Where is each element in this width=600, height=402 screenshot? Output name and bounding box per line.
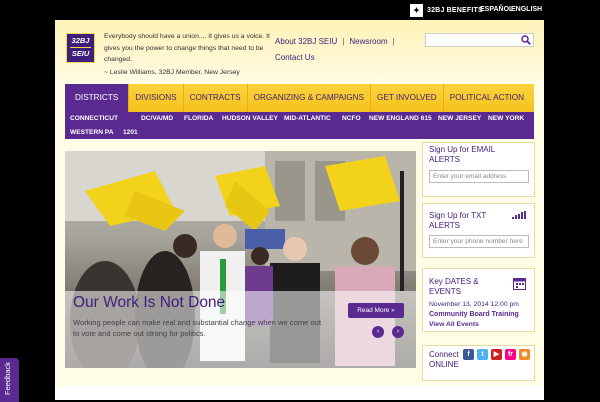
benefits-link[interactable]: ✦ 32BJ BENEFITS [410,2,483,18]
slider-next-button[interactable]: › [392,326,404,338]
hero-text: Working people can make real and substan… [73,318,322,338]
main-nav: DISTRICTS DIVISIONS CONTRACTS ORGANIZING… [65,84,534,112]
email-field[interactable] [429,170,529,183]
site-logo[interactable]: 32BJ SEIU [66,33,95,63]
event-title-link[interactable]: Community Board Training [429,311,519,318]
subnav-new-york[interactable]: NEW YORK [488,115,524,122]
connect-title-2: ONLINE [429,360,459,369]
districts-subnav: CONNECTICUT DC/VA/MD FLORIDA HUDSON VALL… [65,112,534,139]
email-alerts-title-2: ALERTS [429,155,460,164]
search-icon[interactable] [521,35,531,45]
email-alerts-widget: Sign Up for EMAIL ALERTS [422,142,535,197]
read-more-button[interactable]: Read More » [348,303,404,318]
facebook-icon[interactable]: f [463,349,474,360]
logo-line-1: 32BJ [71,36,90,45]
subnav-mid-atlantic[interactable]: MID-ATLANTIC [284,115,331,122]
nav-get-involved[interactable]: GET INVOLVED [371,84,444,112]
events-title-2: EVENTS [429,287,462,296]
rss-icon[interactable]: ◉ [519,349,530,360]
contact-link[interactable]: Contact Us [275,53,315,62]
benefits-label: 32BJ BENEFITS [427,6,483,14]
content-strip [55,386,544,400]
top-bar: ✦ 32BJ BENEFITS ESPAÑOL ENGLISH [0,0,600,20]
about-link[interactable]: About 32BJ SEIU [275,37,337,46]
flickr-icon[interactable]: fr [505,349,516,360]
subnav-dc-va-md[interactable]: DC/VA/MD [141,115,173,122]
lang-espanol-link[interactable]: ESPAÑOL [480,6,513,13]
email-alerts-title-1: Sign Up for EMAIL [429,145,496,154]
twitter-icon[interactable]: t [477,349,488,360]
connect-widget: Connect ONLINE f t ▶ fr ◉ [422,345,535,381]
nav-political-action[interactable]: POLITICAL ACTION [444,84,530,112]
subnav-1201[interactable]: 1201 [123,129,138,136]
benefits-logo-icon: ✦ [410,3,423,17]
txt-alerts-title-2: ALERTS [429,221,460,230]
events-widget: Key DATES & EVENTS November 13, 2014 12:… [422,268,535,332]
signal-bars-icon [512,211,526,219]
lang-english-link[interactable]: ENGLISH [511,6,542,13]
nav-contracts[interactable]: CONTRACTS [184,84,248,112]
logo-line-2: SEIU [71,49,90,58]
subnav-ncfo[interactable]: NCFO [342,115,361,122]
feedback-tab[interactable]: Feedback [0,358,19,402]
quote-attribution: ~ Leslie Williams, 32BJ Member, New Jers… [104,69,240,76]
member-quote: Everybody should have a union.... It giv… [104,33,270,63]
txt-alerts-widget: Sign Up for TXT ALERTS [422,203,535,258]
search-box [425,33,534,52]
subnav-new-england-615[interactable]: NEW ENGLAND 615 [369,115,432,122]
search-input[interactable] [426,39,524,52]
feedback-label: Feedback [2,362,12,395]
txt-alerts-title-1: Sign Up for TXT [429,211,487,220]
hero-title: Our Work Is Not Done [73,294,226,311]
youtube-icon[interactable]: ▶ [491,349,502,360]
event-date: November 13, 2014 12:00 pm [429,301,519,308]
calendar-icon [513,278,526,290]
site-header: 32BJ SEIU Everybody should have a union.… [55,20,544,84]
events-title-1: Key DATES & [429,277,479,286]
page-container: 32BJ SEIU Everybody should have a union.… [55,20,544,400]
phone-field[interactable] [429,235,529,248]
subnav-hudson-valley[interactable]: HUDSON VALLEY [222,115,278,122]
subnav-new-jersey[interactable]: NEW JERSEY [438,115,481,122]
subnav-florida[interactable]: FLORIDA [184,115,213,122]
view-all-events-link[interactable]: View All Events [429,321,479,328]
hero-slider: Our Work Is Not Done Working people can … [65,151,416,368]
subnav-western-pa[interactable]: WESTERN PA [70,129,113,136]
newsroom-link[interactable]: Newsroom [349,37,387,46]
nav-districts[interactable]: DISTRICTS [65,84,130,112]
nav-divisions[interactable]: DIVISIONS [129,84,184,112]
slider-prev-button[interactable]: ‹ [372,326,384,338]
header-links: About 32BJ SEIU | Newsroom | Contact Us [275,37,395,62]
nav-organizing-campaigns[interactable]: ORGANIZING & CAMPAIGNS [248,84,371,112]
connect-title-1: Connect [429,350,459,359]
subnav-connecticut[interactable]: CONNECTICUT [70,115,118,122]
